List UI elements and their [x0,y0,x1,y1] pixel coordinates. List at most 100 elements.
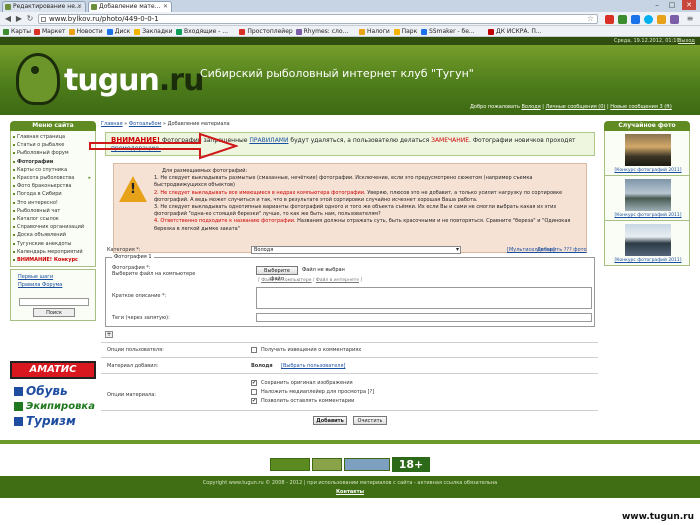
menu-item[interactable]: Красота рыболовства ▸ [11,174,95,182]
add-photo-button[interactable]: + [105,331,113,338]
extension-icon[interactable] [605,15,614,24]
extension-icon[interactable] [631,15,640,24]
menu-item[interactable]: Главная страница [11,133,95,141]
minimize-icon[interactable]: – [650,0,664,10]
menu-item[interactable]: ВНИМАНИЕ! Конкурс [11,256,95,264]
counter-badge[interactable] [312,458,342,471]
menu-item[interactable]: Доска объявлений [11,231,95,239]
new-messages-link[interactable]: Новые сообщения 3 (ft) [610,104,672,110]
site-logo[interactable]: tugun.ru [14,49,204,109]
bookmark-item[interactable]: Новости [68,27,103,36]
allow-comments-checkbox[interactable] [251,398,257,404]
breadcrumb-section[interactable]: Фотоальбом [129,121,161,127]
reload-icon[interactable]: ↻ [25,14,35,24]
logo-text: tugun.ru [64,63,204,98]
bookmark-item[interactable]: SSmaker - бе... [421,27,475,36]
bookmark-icon [393,29,400,35]
close-icon[interactable]: ✕ [77,2,82,12]
menu-item[interactable]: Календарь мероприятий [11,248,95,256]
menu-item[interactable]: Справочник организаций [11,223,95,231]
bookmark-star-icon[interactable]: ☆ [587,14,594,23]
bookmark-item[interactable]: Диск [106,27,130,36]
short-desc-textarea[interactable] [256,287,592,309]
reset-button[interactable]: Очистить [353,416,387,425]
bookmark-item[interactable]: ДК ИСКРА. П... [488,27,542,36]
window-close-icon[interactable]: ✕ [682,0,696,10]
search-button[interactable]: Поиск [33,308,75,318]
photo-caption[interactable]: [Конкурс фотографий 2011] [605,168,691,173]
forward-icon[interactable]: ▶ [14,14,24,24]
extension-icon[interactable] [618,15,627,24]
extension-icon[interactable] [657,15,666,24]
menu-item[interactable]: Фото браконьерства [11,182,95,190]
date-text: Среда, 19.12.2012, 01:10 [614,38,680,44]
messages-link[interactable]: Личные сообщения (0) [546,104,606,110]
favicon-icon [91,4,97,10]
amatis-banner[interactable]: AMATИС [10,361,96,379]
counter-badge[interactable] [344,458,390,471]
random-photo[interactable] [625,224,671,256]
menu-item[interactable]: Погода в Сибири [11,190,95,198]
maximize-icon[interactable]: □ [665,0,679,10]
address-bar[interactable]: www.bylkov.ru/photo/449-0-0-1 ☆ [38,14,598,24]
random-photo[interactable] [625,134,671,166]
user-link[interactable]: Володя [522,104,541,110]
bookmark-item[interactable]: Входящие - ... [176,27,228,36]
add-many-link[interactable]: Добавить ??? фото [537,247,587,253]
bookmark-item[interactable]: Налоги [359,27,390,36]
photo-card[interactable]: [Конкурс фотографий 2011] [604,176,690,221]
forum-rules-link[interactable]: Правила Форума [14,281,92,289]
shoes-banner[interactable]: Обувь Экипировка Туризм [14,384,100,429]
bookmark-icon [421,29,427,35]
contacts-link[interactable]: Контакты [0,489,700,495]
bookmark-label: Новости [76,28,103,35]
menu-item[interactable]: Рыболовный чат [11,207,95,215]
search-input[interactable] [19,298,89,307]
back-icon[interactable]: ◀ [3,14,13,24]
bookmark-item[interactable]: Закладки [134,27,173,36]
bookmark-icon [359,29,365,35]
tab-add-material[interactable]: Добавление мате... ✕ [88,1,172,12]
menu-item[interactable]: Карты со спутника [11,166,95,174]
menu-item[interactable]: Фотографии [11,158,95,166]
wrench-icon[interactable]: ≡ [685,14,695,24]
choose-file-button[interactable]: Выберите файл [256,266,298,282]
fieldset-legend: Фотография 1 [112,254,154,260]
submit-button[interactable]: Добавить [313,416,347,425]
bookmark-icon [176,29,182,35]
bookmark-item[interactable]: Rhymes: сло... [295,27,348,36]
skype-icon[interactable] [644,15,653,24]
bookmark-label: Маркет [42,28,66,35]
file-internet-link[interactable]: Файл в интернете [316,278,359,283]
close-icon[interactable]: ✕ [163,2,168,12]
menu-item[interactable]: Статьи о рыбалке [11,141,95,149]
bookmark-item[interactable]: Парк [393,27,417,36]
logout-link[interactable]: Выход [678,38,695,44]
file-computer-link[interactable]: Файл на компьютере [261,278,311,283]
category-select[interactable]: Володя [251,246,461,254]
first-steps-link[interactable]: Первые шаги [14,273,92,281]
copyright-text: Copyright www.tugun.ru © 2008 - 2012 | п… [202,480,498,486]
photo-card[interactable]: [Конкурс фотографий 2011] [604,221,690,266]
bookmark-item[interactable]: Простоплейер [239,27,293,36]
menu-item[interactable]: Тугунские анекдоты [11,240,95,248]
keep-original-checkbox[interactable] [251,380,257,386]
photo-caption[interactable]: [Конкурс фотографий 2011] [605,258,691,263]
rules-link[interactable]: ПРАВИЛАМИ [249,137,288,144]
tab-edit[interactable]: Редактирование не... ✕ [2,1,86,12]
mediaplayer-checkbox[interactable] [251,389,257,395]
menu-item[interactable]: Рыболовный форум [11,149,95,157]
random-photo[interactable] [625,179,671,211]
counter-badge[interactable] [270,458,310,471]
menu-item[interactable]: Каталог ссылок [11,215,95,223]
tags-input[interactable] [256,313,592,322]
notify-checkbox[interactable] [251,347,257,353]
bookmark-item[interactable]: Карты [3,27,31,36]
bookmark-item[interactable]: Маркет [34,27,65,36]
extension-icon[interactable] [670,15,679,24]
breadcrumb-home[interactable]: Главная [101,121,123,127]
photo-card[interactable]: [Конкурс фотографий 2011] [604,131,690,176]
menu-item[interactable]: Это интересно! [11,199,95,207]
photo-caption[interactable]: [Конкурс фотографий 2011] [605,213,691,218]
change-user-link[interactable]: [Выбрать пользователя] [281,363,345,369]
